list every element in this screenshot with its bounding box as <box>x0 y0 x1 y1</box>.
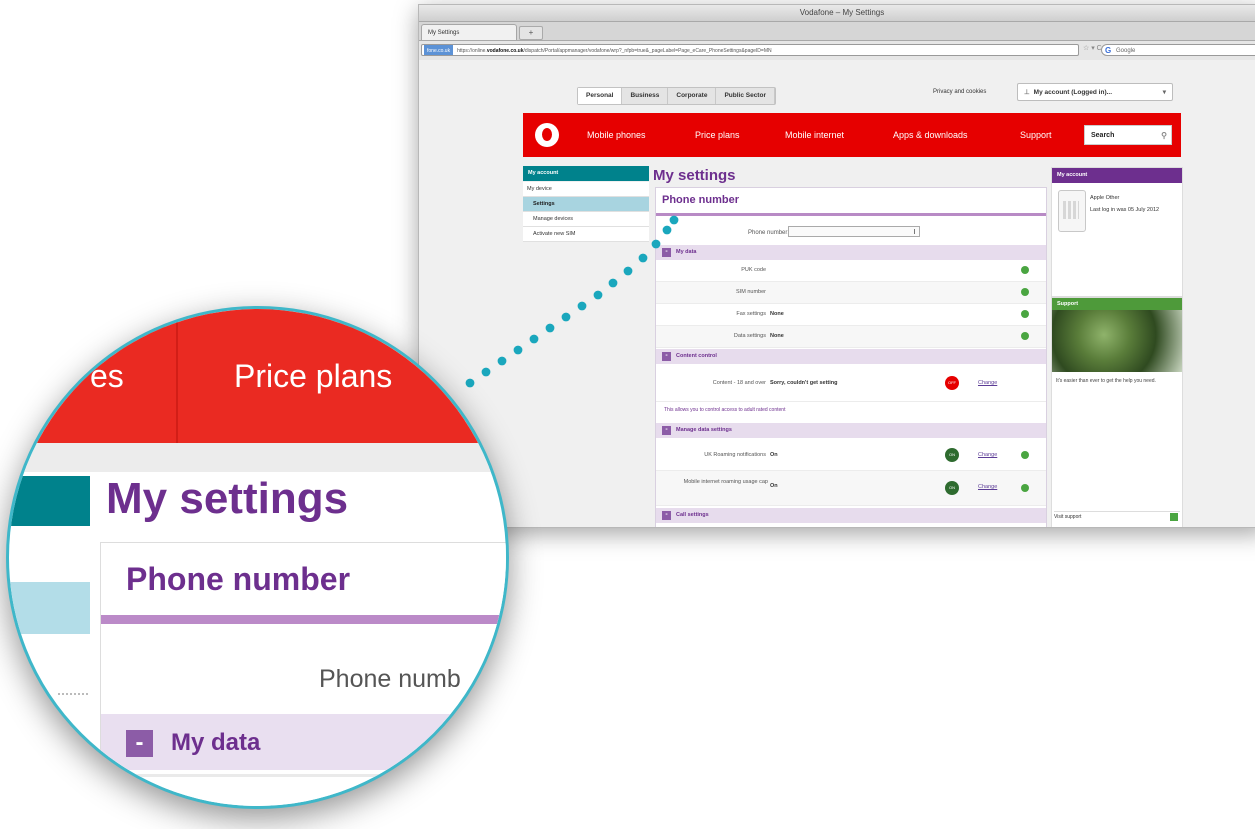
magnified-page-title: My settings <box>106 474 349 523</box>
magnified-sidebar-separator <box>58 693 88 695</box>
magnified-gap <box>9 443 506 472</box>
magnified-section-my-data <box>101 714 506 770</box>
magnifier-lens: es Price plans My settings Phone number … <box>6 306 509 809</box>
magnified-nav-mobile-phones: es <box>90 358 124 394</box>
magnified-heading-rule <box>101 615 506 624</box>
magnified-view: es Price plans My settings Phone number … <box>9 309 506 806</box>
magnified-section-title: My data <box>171 729 261 756</box>
magnified-collapse-icon: - <box>126 730 153 757</box>
magnified-nav-price-plans: Price plans <box>234 358 393 394</box>
magnified-sidebar-active <box>9 582 90 634</box>
magnified-row-rule <box>101 774 506 777</box>
magnified-phone-heading: Phone number <box>126 561 351 597</box>
nav-divider <box>176 309 178 443</box>
magnified-phone-label: Phone numb <box>319 665 461 693</box>
magnified-sidebar-heading <box>9 476 90 526</box>
